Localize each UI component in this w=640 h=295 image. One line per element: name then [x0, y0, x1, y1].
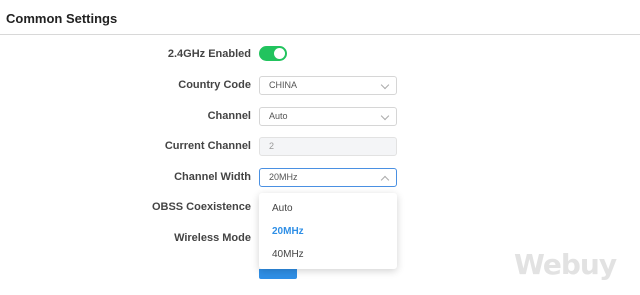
dropdown-option-20mhz[interactable]: 20MHz	[272, 226, 304, 237]
dropdown-option-40mhz[interactable]: 40MHz	[272, 249, 304, 260]
chevron-down-icon	[380, 111, 390, 121]
section-title: Common Settings	[6, 11, 118, 26]
channel-width-label: Channel Width	[174, 171, 251, 183]
channel-label: Channel	[207, 110, 251, 122]
save-button[interactable]	[259, 269, 297, 279]
obss-label: OBSS Coexistence	[151, 201, 251, 213]
channel-select[interactable]: Auto	[259, 107, 397, 126]
chevron-up-icon	[380, 175, 390, 185]
enabled-label: 2.4GHz Enabled	[167, 48, 251, 60]
channel-value: Auto	[269, 111, 288, 121]
channel-width-value: 20MHz	[269, 172, 298, 182]
wireless-mode-label: Wireless Mode	[174, 232, 251, 244]
channel-width-select[interactable]: 20MHz	[259, 168, 397, 187]
chevron-down-icon	[380, 80, 390, 90]
current-channel-label: Current Channel	[164, 140, 251, 152]
country-code-select[interactable]: CHINA	[259, 76, 397, 95]
watermark-logo: Webuy	[514, 248, 617, 281]
current-channel-field: 2	[259, 137, 397, 156]
toggle-knob	[274, 48, 285, 59]
dropdown-option-auto[interactable]: Auto	[272, 203, 293, 214]
enabled-toggle[interactable]	[259, 46, 287, 61]
country-code-label: Country Code	[178, 79, 251, 91]
section-divider	[0, 34, 640, 35]
current-channel-value: 2	[269, 141, 275, 151]
country-code-value: CHINA	[269, 80, 298, 90]
channel-width-dropdown: Auto 20MHz 40MHz	[259, 193, 397, 269]
